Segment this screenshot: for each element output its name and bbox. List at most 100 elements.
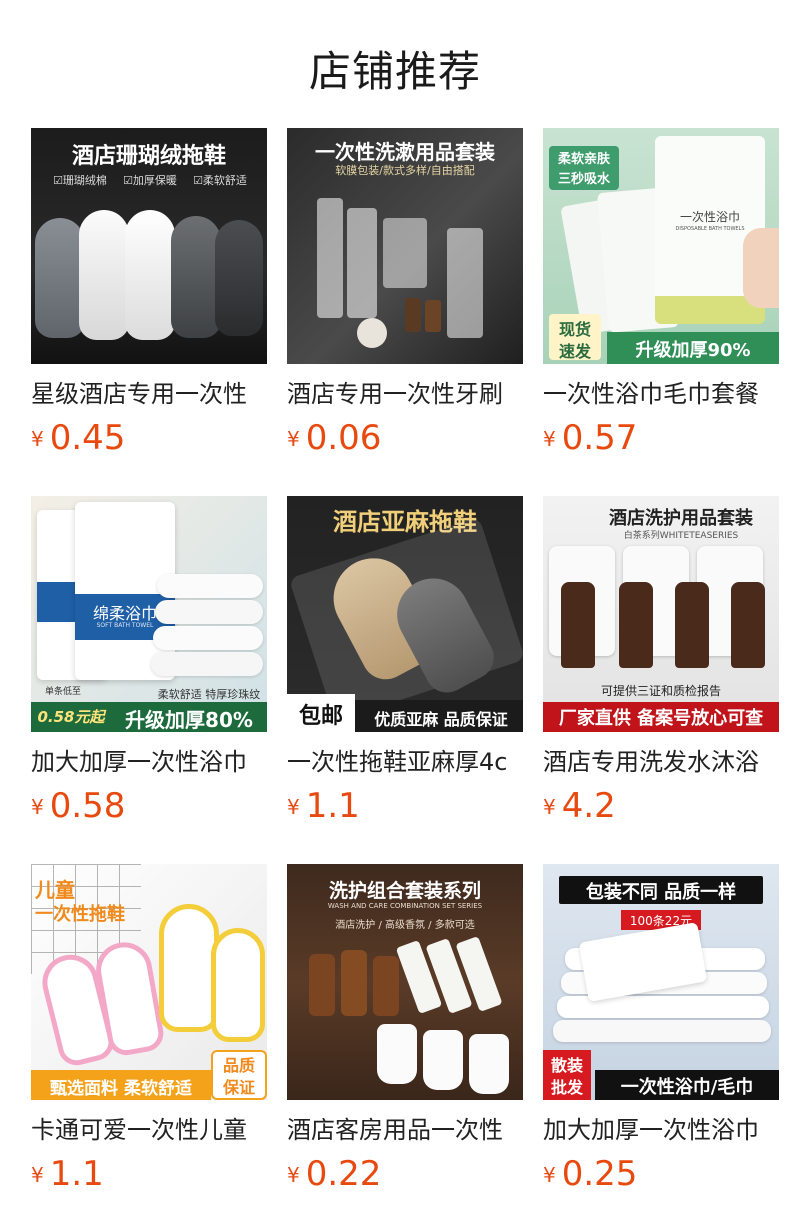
image-note: 柔软舒适 特厚珍珠纹 bbox=[157, 688, 261, 701]
product-name[interactable]: 酒店客房用品一次性 bbox=[287, 1113, 523, 1147]
package-label: 一次性浴巾 bbox=[679, 210, 740, 224]
product-card[interactable]: 酒店洗护用品套装 白茶系列WHITETEASERIES 可提供三证和质检报告 厂… bbox=[543, 496, 779, 826]
product-card[interactable]: 柔软亲肤 三秒吸水 一次性浴巾 DISPOSABLE BATH TOWELS 现… bbox=[543, 128, 779, 458]
pouch bbox=[423, 1030, 463, 1090]
badge-text: 保证 bbox=[222, 1078, 255, 1097]
image-subline: 白茶系列WHITETEASERIES bbox=[623, 531, 739, 541]
image-features: ☑珊瑚绒棉 ☑加厚保暖 ☑柔软舒适 bbox=[45, 172, 255, 188]
price-value: 1.1 bbox=[49, 1154, 104, 1194]
currency-symbol: ¥ bbox=[31, 795, 44, 819]
product-price: ¥0.06 bbox=[287, 418, 381, 458]
badge-text: 速发 bbox=[558, 342, 591, 361]
feature-text: ☑加厚保暖 bbox=[123, 174, 177, 187]
product-price: ¥0.45 bbox=[31, 418, 125, 458]
product-image[interactable]: 柔软亲肤 三秒吸水 一次性浴巾 DISPOSABLE BATH TOWELS 现… bbox=[543, 128, 779, 364]
tag-text: 三秒吸水 bbox=[557, 172, 610, 187]
product-price: ¥0.22 bbox=[287, 1154, 381, 1194]
currency-symbol: ¥ bbox=[543, 795, 556, 819]
comb-pack bbox=[347, 208, 377, 318]
currency-symbol: ¥ bbox=[287, 1163, 300, 1187]
product-price: ¥0.25 bbox=[543, 1154, 637, 1194]
product-card[interactable]: 洗护组合套装系列 WASH AND CARE COMBINATION SET S… bbox=[287, 864, 523, 1194]
product-price: ¥4.2 bbox=[543, 786, 616, 826]
price-value: 4.2 bbox=[561, 786, 616, 826]
currency-symbol: ¥ bbox=[543, 1163, 556, 1187]
product-image[interactable]: 洗护组合套装系列 WASH AND CARE COMBINATION SET S… bbox=[287, 864, 523, 1100]
pouch bbox=[469, 1034, 509, 1094]
bottom-text: 厂家直供 备案号放心可查 bbox=[558, 708, 764, 729]
toothbrush-pack bbox=[447, 228, 483, 338]
product-card[interactable]: 酒店珊瑚绒拖鞋 ☑珊瑚绒棉 ☑加厚保暖 ☑柔软舒适 星级酒店专用一次性 ¥0.4… bbox=[31, 128, 267, 458]
bottle-icon bbox=[309, 954, 335, 1016]
product-image[interactable]: 酒店亚麻拖鞋 包邮 优质亚麻 品质保证 bbox=[287, 496, 523, 732]
bottle-icon bbox=[675, 582, 709, 668]
product-row: 酒店珊瑚绒拖鞋 ☑珊瑚绒棉 ☑加厚保暖 ☑柔软舒适 星级酒店专用一次性 ¥0.4… bbox=[31, 128, 779, 468]
soap-round bbox=[357, 318, 387, 348]
product-row: 绵柔浴巾 SOFT BATH TOWEL 柔软舒适 特厚珍珠纹 单条低至 0.5… bbox=[31, 496, 779, 836]
product-card[interactable]: 一次性洗漱用品套装 软膜包装/款式多样/自由搭配 酒店专用一次性牙刷 ¥0.06 bbox=[287, 128, 523, 458]
slipper-white bbox=[79, 210, 129, 340]
package-sub: DISPOSABLE BATH TOWELS bbox=[675, 226, 745, 232]
slipper-dark bbox=[215, 220, 263, 336]
kids-slipper-yellow bbox=[159, 904, 219, 1032]
product-price: ¥0.57 bbox=[543, 418, 637, 458]
image-headline: 儿童 bbox=[35, 878, 75, 902]
image-note: 可提供三证和质检报告 bbox=[600, 684, 721, 698]
page-title: 店铺推荐 bbox=[308, 47, 481, 96]
product-name[interactable]: 星级酒店专用一次性 bbox=[31, 377, 267, 411]
price-value: 1.1 bbox=[305, 786, 360, 826]
product-image[interactable]: 绵柔浴巾 SOFT BATH TOWEL 柔软舒适 特厚珍珠纹 单条低至 0.5… bbox=[31, 496, 267, 732]
tag-text: 柔软亲肤 bbox=[557, 152, 610, 167]
currency-symbol: ¥ bbox=[287, 795, 300, 819]
product-name[interactable]: 一次性拖鞋亚麻厚4c bbox=[287, 745, 523, 779]
image-subline: 软膜包装/款式多样/自由搭配 bbox=[335, 164, 475, 177]
currency-symbol: ¥ bbox=[31, 427, 44, 451]
product-card[interactable]: 包装不同 品质一样 100条22元 散装 批发 一次性浴巾/毛巾 加大加厚一次性… bbox=[543, 864, 779, 1194]
feature-text: ☑柔软舒适 bbox=[193, 174, 247, 187]
price-value: 0.58 bbox=[49, 786, 126, 826]
product-image[interactable]: 酒店洗护用品套装 白茶系列WHITETEASERIES 可提供三证和质检报告 厂… bbox=[543, 496, 779, 732]
towel-fold bbox=[155, 600, 263, 624]
product-name[interactable]: 一次性浴巾毛巾套餐 bbox=[543, 377, 779, 411]
product-name[interactable]: 加大加厚一次性浴巾 bbox=[31, 745, 267, 779]
bottle-icon bbox=[405, 298, 421, 332]
product-card[interactable]: 酒店亚麻拖鞋 包邮 优质亚麻 品质保证 一次性拖鞋亚麻厚4c ¥1.1 bbox=[287, 496, 523, 826]
bottle-icon bbox=[373, 956, 399, 1016]
towel-fold bbox=[151, 652, 263, 676]
product-name[interactable]: 酒店专用洗发水沐浴 bbox=[543, 745, 779, 779]
product-image[interactable]: 一次性洗漱用品套装 软膜包装/款式多样/自由搭配 bbox=[287, 128, 523, 364]
hand bbox=[743, 228, 779, 308]
price-value: 0.57 bbox=[561, 418, 638, 458]
image-headline: 一次性拖鞋 bbox=[35, 904, 125, 925]
badge-text: 批发 bbox=[550, 1078, 583, 1097]
currency-symbol: ¥ bbox=[543, 427, 556, 451]
product-card[interactable]: 绵柔浴巾 SOFT BATH TOWEL 柔软舒适 特厚珍珠纹 单条低至 0.5… bbox=[31, 496, 267, 826]
badge-text: 现货 bbox=[558, 320, 591, 339]
product-image[interactable]: 包装不同 品质一样 100条22元 散装 批发 一次性浴巾/毛巾 bbox=[543, 864, 779, 1100]
image-subline: WASH AND CARE COMBINATION SET SERIES bbox=[327, 902, 483, 910]
image-subline: 酒店洗护 / 高级香氛 / 多款可选 bbox=[335, 920, 475, 931]
store-recommendations-page: 店铺推荐 酒店珊瑚绒拖鞋 ☑珊瑚绒棉 ☑加厚保暖 ☑柔软舒适 星级酒店专用一次性… bbox=[0, 0, 790, 1232]
towel-fold bbox=[157, 574, 263, 598]
product-name[interactable]: 卡通可爱一次性儿童 bbox=[31, 1113, 267, 1147]
pouch bbox=[377, 1024, 417, 1084]
bottle-icon bbox=[731, 582, 765, 668]
bottle-icon bbox=[341, 950, 367, 1016]
slipper-grey bbox=[171, 216, 221, 338]
badge-text: 包邮 bbox=[298, 704, 343, 729]
bottom-text: 升级加厚80% bbox=[125, 708, 253, 732]
bottom-text: 优质亚麻 品质保证 bbox=[374, 710, 508, 729]
product-price: ¥0.58 bbox=[31, 786, 125, 826]
image-headline: 包装不同 品质一样 bbox=[585, 882, 737, 903]
slipper-white bbox=[125, 210, 175, 340]
slipper-grey bbox=[35, 218, 85, 338]
product-name[interactable]: 酒店专用一次性牙刷 bbox=[287, 377, 523, 411]
product-name[interactable]: 加大加厚一次性浴巾 bbox=[543, 1113, 779, 1147]
badge-text: 散装 bbox=[550, 1056, 583, 1075]
product-card[interactable]: 儿童 一次性拖鞋 甄选面料 柔软舒适 品质 保证 卡通可爱一次性儿童 ¥1.1 bbox=[31, 864, 267, 1194]
currency-symbol: ¥ bbox=[287, 427, 300, 451]
product-image[interactable]: 儿童 一次性拖鞋 甄选面料 柔软舒适 品质 保证 bbox=[31, 864, 267, 1100]
low-price-value: 0.58元起 bbox=[37, 708, 105, 726]
product-row: 儿童 一次性拖鞋 甄选面料 柔软舒适 品质 保证 卡通可爱一次性儿童 ¥1.1 bbox=[31, 864, 779, 1204]
product-image[interactable]: 酒店珊瑚绒拖鞋 ☑珊瑚绒棉 ☑加厚保暖 ☑柔软舒适 bbox=[31, 128, 267, 364]
